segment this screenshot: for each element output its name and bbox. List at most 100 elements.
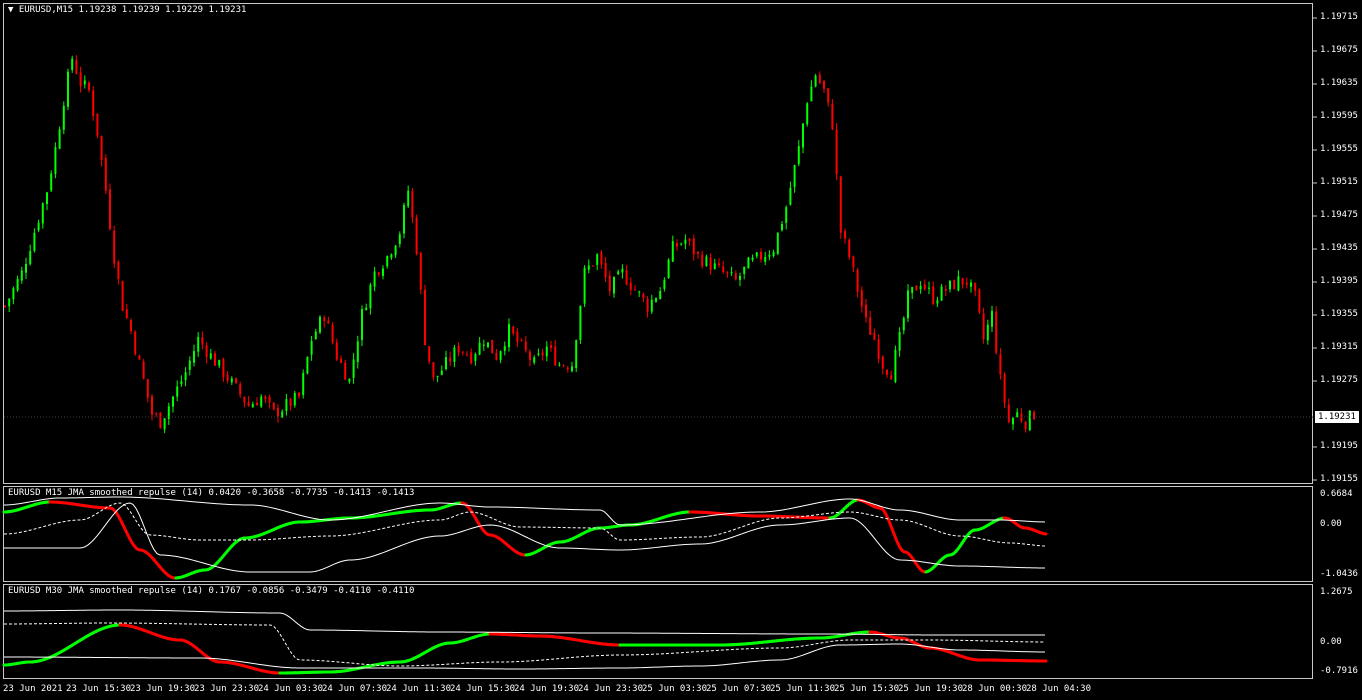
price-tick-label: 1.19275 bbox=[1320, 375, 1358, 385]
candle-body bbox=[911, 287, 914, 293]
candle-body bbox=[533, 357, 536, 363]
candle-body bbox=[33, 232, 36, 251]
candle-body bbox=[184, 372, 187, 381]
candle-body bbox=[671, 241, 674, 262]
price-tick-label: 1.19315 bbox=[1320, 342, 1358, 352]
candle-body bbox=[944, 288, 947, 291]
candle-body bbox=[461, 351, 464, 353]
candle-body bbox=[20, 270, 23, 281]
candle-body bbox=[83, 80, 86, 85]
candle-body bbox=[323, 317, 326, 322]
candle-body bbox=[646, 298, 649, 312]
indicator-m30-tick-label: -0.7916 bbox=[1320, 666, 1358, 676]
candle-body bbox=[776, 232, 779, 254]
candle-body bbox=[335, 342, 338, 360]
candle-body bbox=[739, 275, 741, 280]
candle-body bbox=[487, 342, 489, 348]
candle-body bbox=[886, 370, 888, 375]
candle-body bbox=[113, 230, 116, 264]
candle-body bbox=[25, 263, 27, 273]
candle-body bbox=[46, 192, 48, 205]
candle-body bbox=[705, 256, 708, 266]
candle-body bbox=[163, 418, 166, 430]
candle-body bbox=[554, 346, 557, 366]
candle-body bbox=[579, 305, 582, 341]
candle-body bbox=[781, 223, 783, 231]
candle-body bbox=[226, 374, 229, 381]
candle-body bbox=[92, 90, 95, 116]
candle-body bbox=[491, 339, 494, 354]
candle-body bbox=[541, 352, 544, 356]
candle-body bbox=[667, 259, 670, 278]
candle-body bbox=[172, 396, 174, 407]
candle-body bbox=[319, 316, 321, 333]
candle-body bbox=[713, 263, 716, 269]
candle-body bbox=[928, 287, 930, 289]
candle-body bbox=[180, 381, 183, 385]
candle-body bbox=[806, 103, 809, 125]
candle-body bbox=[499, 351, 502, 360]
candle-body bbox=[293, 392, 296, 406]
candle-body bbox=[75, 60, 78, 74]
candle-body bbox=[923, 284, 926, 289]
candle-body bbox=[1020, 413, 1023, 422]
candle-body bbox=[957, 276, 960, 291]
time-tick-label: 24 Jun 11:30 bbox=[386, 684, 452, 694]
m15-lower-band bbox=[4, 502, 1046, 573]
candle-body bbox=[453, 347, 456, 362]
candle-body bbox=[701, 254, 704, 267]
candle-body bbox=[894, 349, 897, 382]
candle-body bbox=[600, 252, 603, 265]
price-tick-label: 1.19635 bbox=[1320, 78, 1358, 88]
candle-body bbox=[218, 359, 221, 366]
time-tick-label: 25 Jun 03:30 bbox=[642, 684, 708, 694]
candle-body bbox=[650, 299, 653, 312]
candle-body bbox=[159, 412, 162, 429]
time-tick-label: 23 Jun 23:30 bbox=[194, 684, 260, 694]
candle-body bbox=[398, 234, 401, 245]
candle-body bbox=[71, 58, 74, 71]
candle-body bbox=[839, 176, 842, 233]
candle-body bbox=[793, 165, 796, 187]
candle-body bbox=[230, 378, 233, 383]
candle-body bbox=[197, 336, 200, 352]
candle-body bbox=[306, 356, 309, 374]
candle-body bbox=[827, 88, 830, 103]
candle-body bbox=[663, 279, 666, 289]
candle-body bbox=[361, 309, 363, 341]
candle-body bbox=[856, 269, 859, 292]
candle-body bbox=[369, 284, 372, 309]
candle-body bbox=[940, 286, 943, 301]
candle-body bbox=[188, 360, 191, 370]
candle-body bbox=[243, 396, 246, 403]
candle-body bbox=[289, 398, 292, 406]
price-tick-label: 1.19395 bbox=[1320, 276, 1358, 286]
candle-body bbox=[566, 367, 569, 370]
candle-body bbox=[676, 243, 678, 247]
candle-body bbox=[949, 280, 951, 290]
candle-body bbox=[394, 245, 397, 256]
candle-body bbox=[1007, 404, 1010, 422]
candle-body bbox=[558, 364, 561, 366]
candle-body bbox=[688, 238, 691, 241]
candle-body bbox=[478, 342, 481, 355]
candle-body bbox=[722, 266, 725, 272]
time-tick-label: 25 Jun 15:30 bbox=[834, 684, 900, 694]
candle-body bbox=[613, 276, 615, 294]
candle-body bbox=[134, 331, 137, 354]
candle-body bbox=[802, 123, 804, 148]
candle-body bbox=[201, 337, 204, 345]
candle-body bbox=[29, 251, 32, 265]
candle-body bbox=[352, 359, 355, 378]
time-tick-label: 24 Jun 15:30 bbox=[450, 684, 516, 694]
candle-body bbox=[251, 404, 254, 408]
candle-body bbox=[764, 256, 767, 262]
candle-body bbox=[411, 191, 414, 218]
candle-body bbox=[146, 379, 149, 398]
candle-body bbox=[340, 358, 342, 363]
candle-body bbox=[529, 351, 531, 361]
candle-body bbox=[104, 158, 107, 191]
indicator-m30-tick-label: 0.00 bbox=[1320, 637, 1342, 647]
candle-body bbox=[915, 285, 918, 291]
candle-body bbox=[625, 270, 628, 285]
